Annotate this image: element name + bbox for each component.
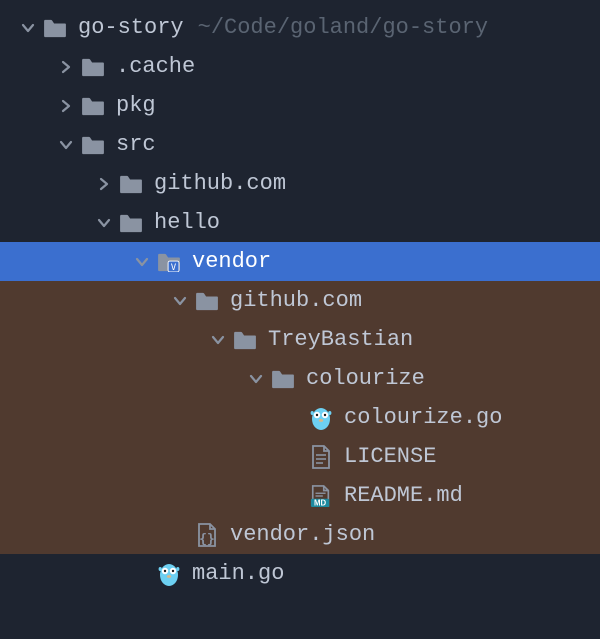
- tree-item-label: TreyBastian: [268, 327, 413, 352]
- tree-row[interactable]: hello: [0, 203, 600, 242]
- tree-row[interactable]: .cache: [0, 47, 600, 86]
- chevron-down-icon[interactable]: [128, 255, 156, 269]
- folder-icon: [42, 15, 68, 41]
- tree-row[interactable]: github.com: [0, 281, 600, 320]
- file-tree: go-story ~/Code/goland/go-story .cache pk…: [0, 0, 600, 593]
- tree-item-label: README.md: [344, 483, 463, 508]
- folder-icon: [232, 327, 258, 353]
- json-file-icon: {}: [194, 522, 220, 548]
- folder-icon: [270, 366, 296, 392]
- folder-icon: [118, 171, 144, 197]
- tree-row[interactable]: github.com: [0, 164, 600, 203]
- markdown-file-icon: MD: [308, 483, 334, 509]
- tree-item-label: main.go: [192, 561, 284, 586]
- tree-item-label: .cache: [116, 54, 195, 79]
- folder-icon: V: [156, 249, 182, 275]
- svg-text:MD: MD: [314, 498, 326, 507]
- folder-icon: [80, 132, 106, 158]
- tree-item-label: pkg: [116, 93, 156, 118]
- folder-icon: [80, 54, 106, 80]
- chevron-right-icon[interactable]: [90, 177, 118, 191]
- chevron-down-icon[interactable]: [14, 21, 42, 35]
- tree-item-label: go-story: [78, 15, 184, 40]
- svg-text:{}: {}: [199, 532, 215, 547]
- tree-row[interactable]: {} vendor.json: [0, 515, 600, 554]
- tree-item-label: colourize.go: [344, 405, 502, 430]
- svg-text:V: V: [171, 263, 177, 272]
- chevron-right-icon[interactable]: [52, 60, 80, 74]
- gopher-icon: [308, 405, 334, 431]
- tree-row[interactable]: colourize.go: [0, 398, 600, 437]
- chevron-down-icon[interactable]: [52, 138, 80, 152]
- tree-row[interactable]: main.go: [0, 554, 600, 593]
- chevron-down-icon[interactable]: [204, 333, 232, 347]
- tree-item-label: vendor: [192, 249, 271, 274]
- tree-row[interactable]: pkg: [0, 86, 600, 125]
- text-file-icon: [308, 444, 334, 470]
- chevron-down-icon[interactable]: [166, 294, 194, 308]
- tree-item-label: src: [116, 132, 156, 157]
- tree-row[interactable]: src: [0, 125, 600, 164]
- tree-item-label: github.com: [154, 171, 286, 196]
- folder-icon: [194, 288, 220, 314]
- folder-icon: [118, 210, 144, 236]
- tree-row[interactable]: colourize: [0, 359, 600, 398]
- tree-item-label: vendor.json: [230, 522, 375, 547]
- tree-item-label: LICENSE: [344, 444, 436, 469]
- chevron-down-icon[interactable]: [242, 372, 270, 386]
- folder-icon: [80, 93, 106, 119]
- tree-item-label: github.com: [230, 288, 362, 313]
- chevron-right-icon[interactable]: [52, 99, 80, 113]
- tree-row[interactable]: LICENSE: [0, 437, 600, 476]
- gopher-icon: [156, 561, 182, 587]
- tree-row[interactable]: TreyBastian: [0, 320, 600, 359]
- chevron-down-icon[interactable]: [90, 216, 118, 230]
- tree-row[interactable]: go-story ~/Code/goland/go-story: [0, 8, 600, 47]
- tree-item-label: colourize: [306, 366, 425, 391]
- tree-item-label: hello: [154, 210, 220, 235]
- tree-row[interactable]: MD README.md: [0, 476, 600, 515]
- project-path-hint: ~/Code/goland/go-story: [198, 15, 488, 40]
- tree-row[interactable]: V vendor: [0, 242, 600, 281]
